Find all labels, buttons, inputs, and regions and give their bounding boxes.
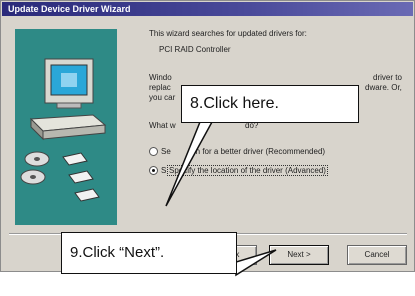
step9-pointer <box>235 249 277 277</box>
step9-callout: 9.Click “Next”. <box>61 232 237 274</box>
step8-callout: 8.Click here. <box>181 85 359 123</box>
step8-pointer <box>165 121 214 207</box>
